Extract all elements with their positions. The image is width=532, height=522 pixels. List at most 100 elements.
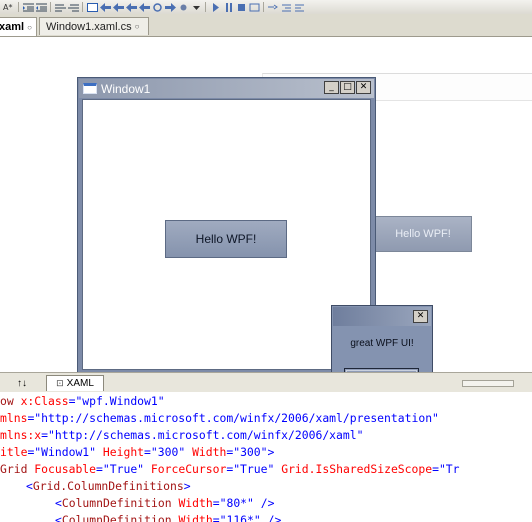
window-icon (83, 83, 97, 94)
code-token: "300" (233, 445, 268, 459)
code-token: "300" (150, 445, 186, 459)
restart-icon[interactable] (248, 2, 260, 12)
code-token: "http://schemas.microsoft.com/winfx/2006… (48, 428, 364, 442)
code-token: /> (260, 513, 282, 522)
tab-window1-xaml-cs[interactable]: Window1.xaml.cs ○ (39, 17, 149, 35)
code-token: Height (102, 445, 145, 459)
ghost-hello-button: Hello WPF! (374, 216, 472, 252)
code-token: "wpf.Window1" (75, 394, 165, 408)
code-line: mlns:x="http://schemas.microsoft.com/win… (0, 427, 363, 444)
code-line: <ColumnDefinition Width="80*" /> (55, 495, 274, 512)
bookmark-next-icon[interactable] (293, 2, 305, 12)
message-box-titlebar[interactable]: ✕ (333, 307, 431, 326)
arrow-left-icon[interactable] (112, 2, 124, 12)
swap-panes-button[interactable]: ↑↓ (8, 375, 36, 391)
code-token: < (26, 479, 33, 493)
code-line: ow x:Class="wpf.Window1" (0, 393, 165, 410)
toolbar-separator (205, 2, 207, 12)
code-token: = (144, 445, 151, 459)
align-left-icon[interactable] (54, 2, 66, 12)
xaml-icon: ⊡ (56, 378, 64, 388)
code-token: ColumnDefinition (61, 496, 179, 510)
arrow-left-icon[interactable] (125, 2, 137, 12)
bookmark-prev-icon[interactable] (280, 2, 292, 12)
arrow-icon[interactable] (164, 2, 176, 12)
code-line: <Grid.ColumnDefinitions> (26, 478, 191, 495)
code-token: "http://schemas.microsoft.com/winfx/2006… (34, 411, 439, 425)
message-box-close-button[interactable]: ✕ (413, 310, 428, 323)
code-line: Grid Focusable="True" ForceCursor="True"… (0, 461, 460, 478)
xaml-code-editor[interactable]: ow x:Class="wpf.Window1" mlns="http://sch… (0, 392, 532, 522)
arrow-left-icon[interactable] (138, 2, 150, 12)
code-token: > (267, 445, 275, 459)
editor-toolbar: A* (0, 0, 532, 15)
document-tab-strip: xaml ○ Window1.xaml.cs ○ (0, 14, 532, 37)
toolbar-separator (263, 2, 265, 12)
code-token: Width (178, 496, 213, 510)
caption-buttons: _ □ ✕ (324, 81, 371, 94)
tab-label: xaml (0, 21, 25, 33)
toolbar-separator (82, 2, 84, 12)
play-icon[interactable] (209, 2, 221, 12)
code-token: < (55, 513, 62, 522)
close-button[interactable]: ✕ (356, 81, 371, 94)
code-token: = (212, 513, 220, 522)
code-token: Width (192, 445, 227, 459)
frame-icon[interactable] (86, 2, 98, 12)
code-token: "116*" (219, 513, 261, 522)
code-token: > (183, 479, 191, 493)
code-token: ColumnDefinition (61, 513, 179, 522)
code-line: mlns="http://schemas.microsoft.com/winfx… (0, 410, 439, 427)
indent-icon[interactable] (22, 2, 34, 12)
outdent-icon[interactable] (35, 2, 47, 12)
code-token: "True" (233, 462, 275, 476)
toolbar-separator (50, 2, 52, 12)
code-line: <ColumnDefinition Width="116*" /> (55, 512, 281, 522)
code-token: ow (0, 394, 21, 408)
font-size-button[interactable]: A* (0, 3, 15, 12)
window1-titlebar[interactable]: Window1 _ □ ✕ (79, 79, 374, 98)
view-tab-strip: ↑↓ ⊡ XAML (0, 372, 532, 393)
tab-window1-xaml[interactable]: xaml ○ (0, 17, 37, 36)
code-token: = (212, 496, 220, 510)
stop-icon[interactable] (235, 2, 247, 12)
chevron-down-icon[interactable] (190, 2, 202, 12)
code-line: itle="Window1" Height="300" Width="300"> (0, 444, 274, 461)
code-token: "Tr (438, 462, 460, 476)
tools-icon[interactable] (151, 2, 163, 12)
code-token: Grid.IsSharedSizeScope (281, 462, 433, 476)
code-token: = (96, 462, 103, 476)
code-token: mlns:x (0, 428, 42, 442)
message-text: great WPF UI! (350, 338, 414, 349)
code-token: = (41, 428, 49, 442)
arrow-left-icon[interactable] (99, 2, 111, 12)
code-token: Width (178, 513, 213, 522)
code-token: = (432, 462, 439, 476)
code-token: /> (253, 496, 275, 510)
tab-label: Window1.xaml.cs (46, 20, 132, 33)
code-token: x:Class (20, 394, 69, 408)
code-token: "Window1" (34, 445, 97, 459)
gear-icon[interactable] (177, 2, 189, 12)
window-title: Window1 (101, 81, 151, 96)
lock-icon: ○ (27, 22, 32, 32)
code-token: ForceCursor (150, 462, 227, 476)
code-token: Grid.ColumnDefinitions (32, 479, 184, 493)
code-token: Grid (0, 462, 35, 476)
tab-xaml[interactable]: ⊡ XAML (46, 375, 104, 391)
code-token: Focusable (34, 462, 97, 476)
minimize-button[interactable]: _ (324, 81, 339, 94)
code-token: "True" (102, 462, 145, 476)
tab-label: XAML (66, 378, 94, 389)
align-right-icon[interactable] (67, 2, 79, 12)
pause-icon[interactable] (222, 2, 234, 12)
splitter-handle[interactable] (462, 380, 514, 387)
hello-wpf-button[interactable]: Hello WPF! (165, 220, 287, 258)
bookmark-icon[interactable] (267, 2, 279, 12)
lock-icon: ○ (134, 22, 140, 31)
maximize-button[interactable]: □ (340, 81, 355, 94)
toolbar-separator (18, 2, 20, 12)
code-token: < (55, 496, 62, 510)
